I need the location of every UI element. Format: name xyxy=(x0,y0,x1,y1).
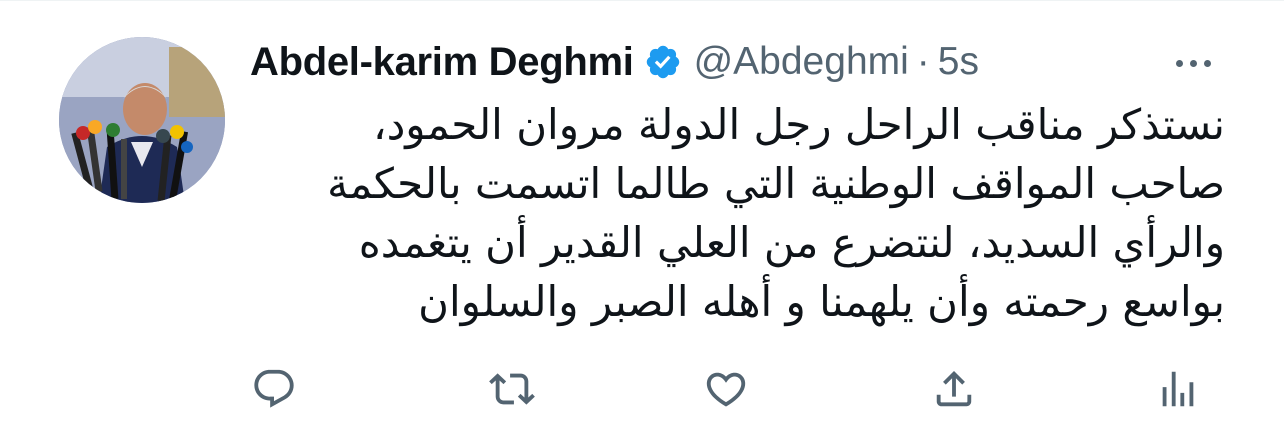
share-icon xyxy=(936,370,972,407)
user-handle[interactable]: @Abdeghmi xyxy=(694,40,909,84)
timestamp[interactable]: 5s xyxy=(938,40,979,84)
tweet: Abdel-karim Deghmi @Abdeghmi · 5s نستذكر… xyxy=(0,0,1284,448)
retweet-icon xyxy=(489,373,535,405)
more-icon[interactable] xyxy=(1168,45,1218,81)
profile-photo xyxy=(59,37,225,203)
analytics-button[interactable] xyxy=(1152,363,1204,415)
reply-button[interactable] xyxy=(248,363,300,415)
tweet-header: Abdel-karim Deghmi @Abdeghmi · 5s xyxy=(250,37,979,87)
verified-badge-icon xyxy=(646,45,679,79)
tweet-text-line: صاحب المواقف الوطنية التي طالما اتسمت با… xyxy=(327,159,1225,208)
retweet-button[interactable] xyxy=(486,363,538,415)
separator-dot: · xyxy=(916,40,930,83)
tweet-text-line: والرأي السديد، لنتضرع من العلي القدير أن… xyxy=(358,218,1225,267)
like-button[interactable] xyxy=(700,363,752,415)
like-icon xyxy=(706,372,746,407)
avatar[interactable] xyxy=(59,37,225,203)
tweet-text-line: نستذكر مناقب الراحل رجل الدولة مروان الح… xyxy=(373,100,1225,149)
display-name[interactable]: Abdel-karim Deghmi xyxy=(250,40,634,85)
reply-icon xyxy=(254,369,294,408)
share-button[interactable] xyxy=(928,363,980,415)
tweet-actions xyxy=(248,363,1208,423)
tweet-text: نستذكر مناقب الراحل رجل الدولة مروان الح… xyxy=(250,95,1225,331)
tweet-text-line: بواسع رحمته وأن يلهمنا و أهله الصبر والس… xyxy=(418,277,1225,326)
analytics-icon xyxy=(1162,371,1194,407)
